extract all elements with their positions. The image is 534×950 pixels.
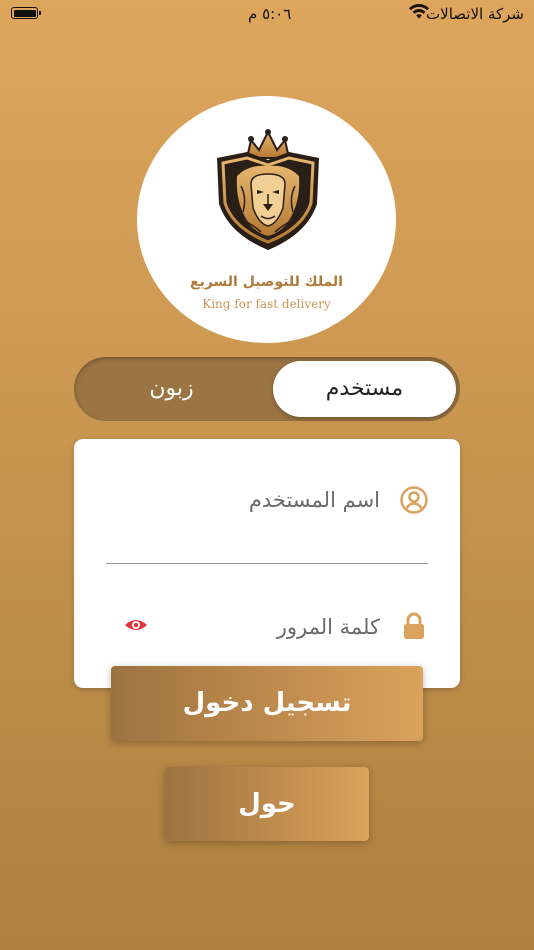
account-type-toggle: زبون مستخدم: [74, 357, 460, 421]
toggle-user[interactable]: مستخدم: [273, 361, 456, 417]
logo-english-name: King for fast delivery: [202, 297, 331, 311]
clock: ٥:٠٦ م: [248, 5, 292, 23]
lock-icon: [404, 612, 424, 639]
battery-icon: [11, 7, 41, 19]
carrier-name: شركة الاتصالات: [426, 5, 524, 23]
login-form: [74, 439, 460, 688]
username-input[interactable]: [120, 483, 380, 517]
about-button[interactable]: حول: [165, 767, 369, 841]
wifi-icon: [409, 3, 429, 19]
app-logo: الملك للتوصيل السريع King for fast deliv…: [137, 96, 396, 343]
status-bar: شركة الاتصالات ٥:٠٦ م: [0, 0, 534, 30]
field-divider: [106, 563, 428, 564]
user-circle-icon: [400, 486, 428, 514]
toggle-customer[interactable]: زبون: [74, 357, 269, 421]
lion-crest-icon: [217, 129, 319, 250]
eye-icon[interactable]: [124, 616, 148, 634]
logo-arabic-name: الملك للتوصيل السريع: [190, 274, 343, 290]
password-input[interactable]: [170, 610, 380, 644]
login-button[interactable]: تسجيل دخول: [111, 666, 423, 741]
